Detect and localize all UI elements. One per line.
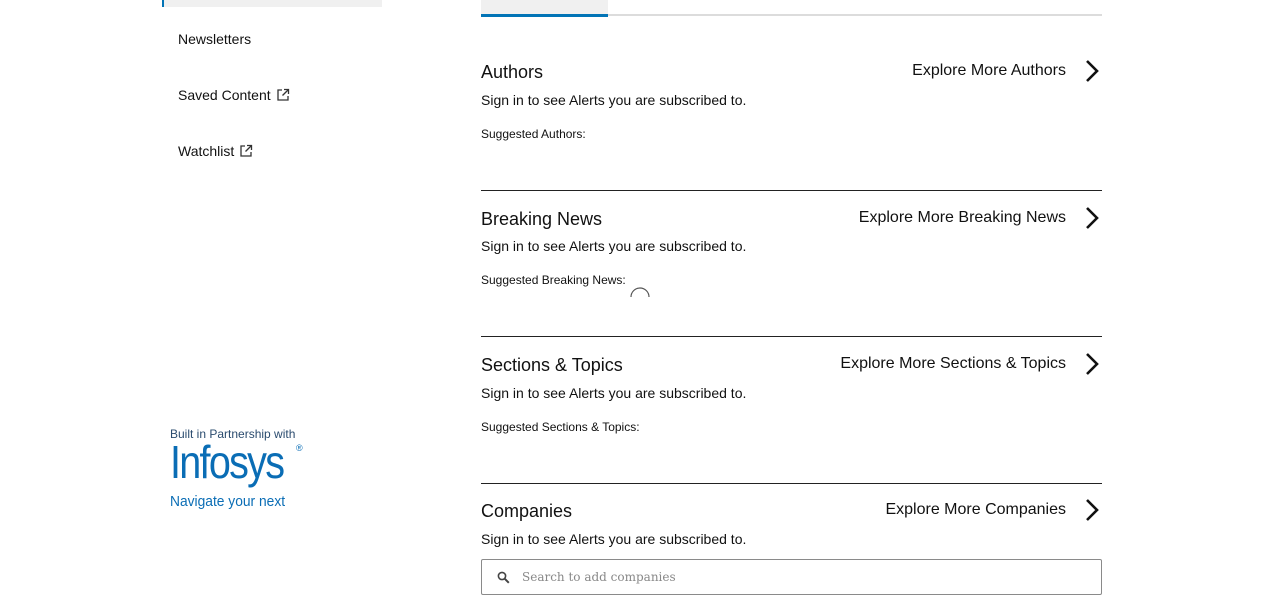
external-link-icon — [276, 88, 290, 102]
signin-text: Sign in to see Alerts you are subscribed… — [481, 385, 747, 401]
explore-more-companies-link[interactable]: Explore More Companies — [885, 497, 1102, 523]
tab-strip — [481, 0, 1102, 17]
company-search-box[interactable] — [481, 559, 1102, 595]
tab-active[interactable] — [481, 0, 608, 17]
section-title: Breaking News — [481, 209, 603, 229]
sidebar-item-label: Saved Content — [178, 87, 271, 103]
company-search-input[interactable] — [520, 569, 1080, 585]
sidebar-item-label: Newsletters — [178, 31, 252, 47]
external-link-icon — [239, 144, 253, 158]
sidebar-item-label: Watchlist — [178, 143, 235, 159]
infosys-partner-logo[interactable]: Built in Partnership with Infosys ® Navi… — [170, 427, 310, 517]
explore-more-breaking-news-link[interactable]: Explore More Breaking News — [859, 205, 1102, 231]
loading-spinner-icon — [629, 286, 651, 308]
section-companies: Companies Explore More Companies Sign in… — [481, 483, 1102, 595]
explore-label: Explore More Companies — [885, 501, 1066, 518]
chevron-right-icon — [1080, 497, 1102, 523]
chevron-right-icon — [1080, 58, 1102, 84]
suggested-label: Suggested Sections & Topics: — [481, 420, 640, 434]
sidebar-item-saved-content[interactable]: Saved Content — [178, 87, 290, 103]
signin-text: Sign in to see Alerts you are subscribed… — [481, 531, 747, 547]
alerts-main: Authors Explore More Authors Sign in to … — [481, 0, 1102, 595]
suggested-label: Suggested Breaking News: — [481, 273, 626, 287]
section-sections-topics: Sections & Topics Explore More Sections … — [481, 336, 1102, 483]
search-icon — [497, 571, 510, 584]
partner-tagline: Navigate your next — [170, 493, 286, 510]
explore-label: Explore More Authors — [912, 62, 1066, 79]
section-title: Authors — [481, 62, 544, 82]
suggested-label: Suggested Authors: — [481, 127, 586, 141]
sidebar-active-item-stub[interactable] — [162, 0, 382, 7]
explore-more-sections-topics-link[interactable]: Explore More Sections & Topics — [840, 351, 1102, 377]
signin-text: Sign in to see Alerts you are subscribed… — [481, 238, 747, 254]
sidebar-item-newsletters[interactable]: Newsletters — [178, 31, 251, 47]
explore-label: Explore More Sections & Topics — [840, 355, 1066, 372]
chevron-right-icon — [1080, 205, 1102, 231]
explore-label: Explore More Breaking News — [858, 209, 1066, 226]
partner-name: Infosys — [170, 436, 285, 488]
section-title: Sections & Topics — [481, 355, 623, 375]
explore-more-authors-link[interactable]: Explore More Authors — [912, 58, 1102, 84]
sidebar-item-watchlist[interactable]: Watchlist — [178, 143, 253, 159]
section-breaking-news: Breaking News Explore More Breaking News… — [481, 190, 1102, 336]
chevron-right-icon — [1080, 351, 1102, 377]
section-authors: Authors Explore More Authors Sign in to … — [481, 56, 1102, 190]
signin-text: Sign in to see Alerts you are subscribed… — [481, 92, 747, 108]
section-title: Companies — [481, 501, 573, 521]
tab-divider — [608, 14, 1102, 16]
registered-mark: ® — [296, 443, 303, 453]
